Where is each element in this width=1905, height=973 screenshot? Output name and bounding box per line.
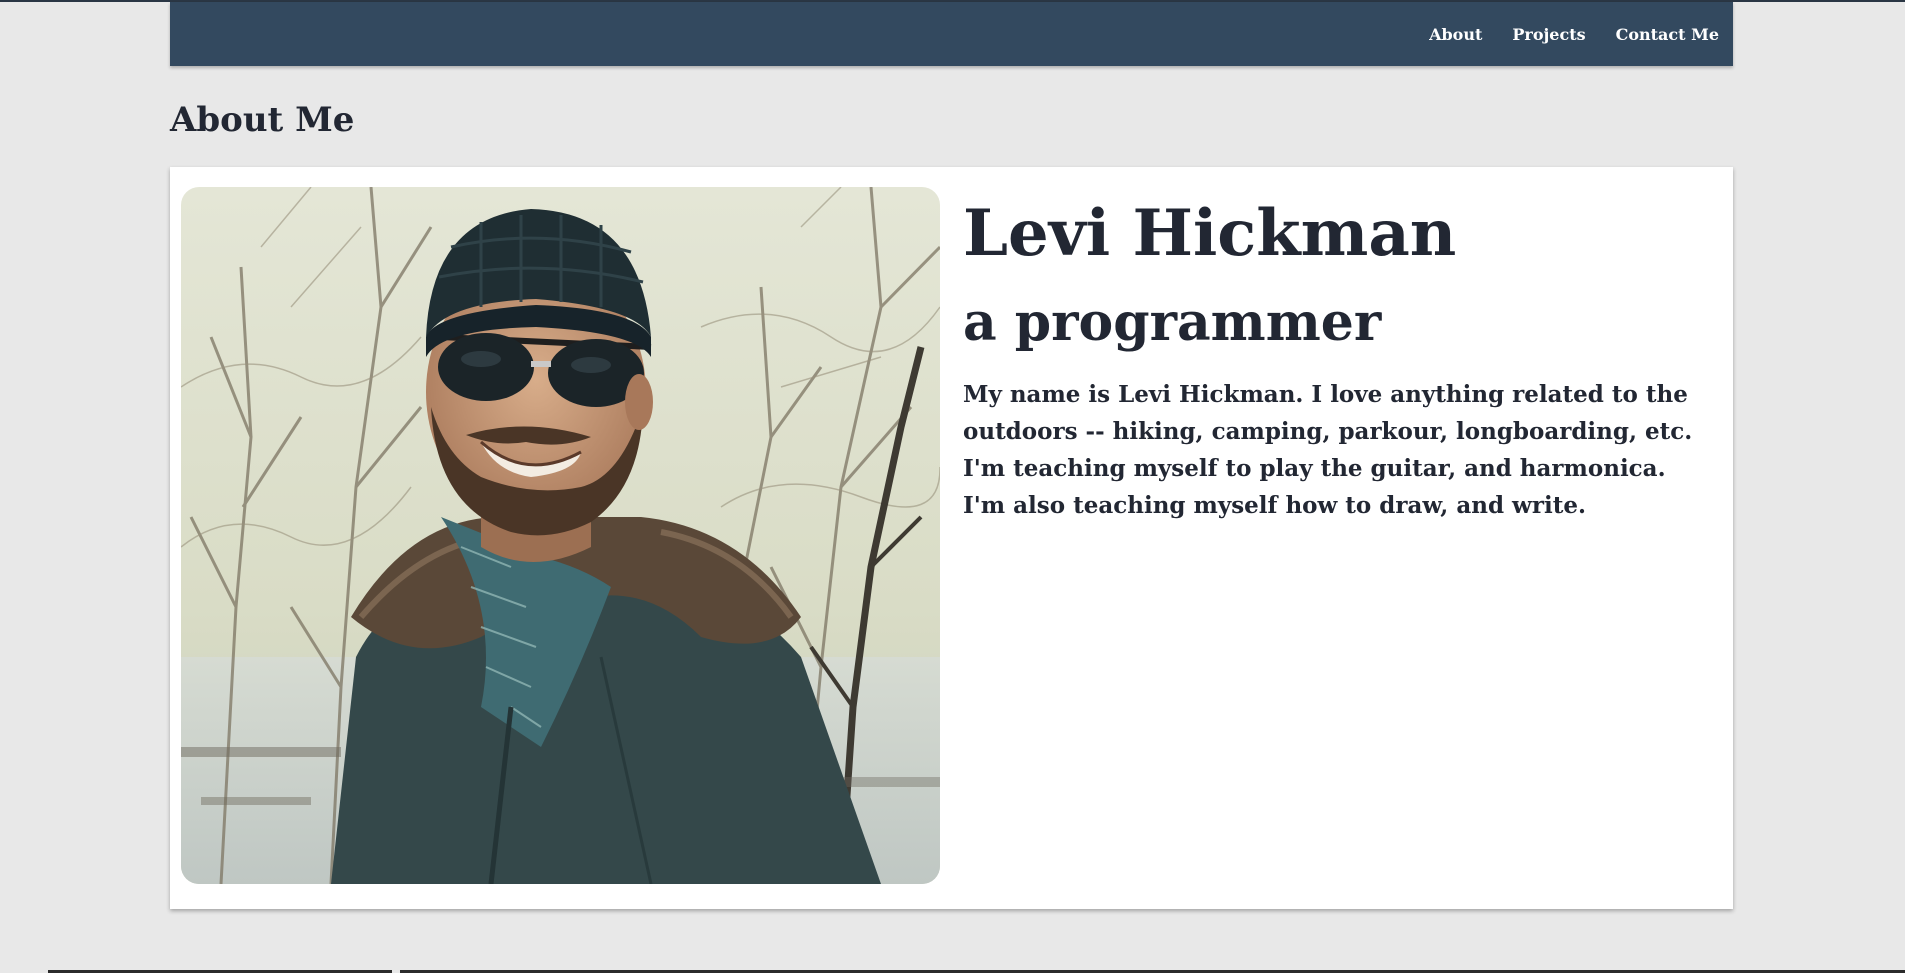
- profile-role: a programmer: [963, 291, 1382, 353]
- about-card: Levi Hickman a programmer My name is Lev…: [170, 167, 1733, 909]
- profile-description: My name is Levi Hickman. I love anything…: [963, 381, 1693, 520]
- nav-links: About Projects Contact Me: [1429, 2, 1719, 66]
- profile-photo-illustration: [181, 187, 940, 884]
- profile-name: Levi Hickman: [963, 196, 1457, 271]
- section-title: About Me: [170, 100, 355, 140]
- nav-link-about[interactable]: About: [1429, 25, 1482, 44]
- profile-photo: [181, 187, 940, 884]
- bio-section: Levi Hickman a programmer My name is Lev…: [963, 197, 1708, 524]
- navbar: About Projects Contact Me: [170, 2, 1733, 66]
- nav-link-projects[interactable]: Projects: [1512, 25, 1585, 44]
- nav-link-contact[interactable]: Contact Me: [1616, 25, 1719, 44]
